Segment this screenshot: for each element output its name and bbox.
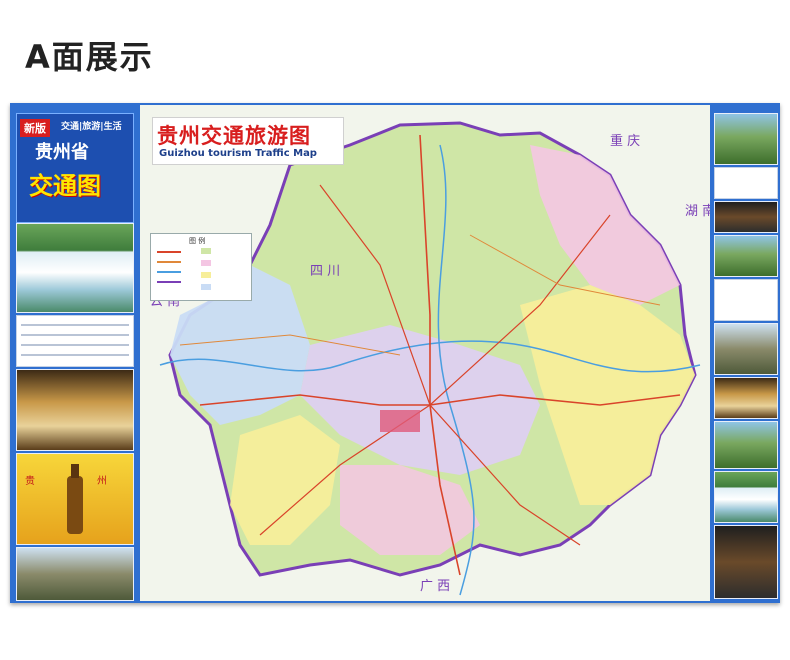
cover-subtitle: 交通|旅游|生活	[61, 122, 122, 132]
label-chongqing: 重 庆	[610, 133, 640, 149]
label-hunan: 湖 南	[685, 203, 710, 219]
building-photo	[714, 377, 778, 419]
hotel-photo	[16, 369, 134, 451]
scenery-photo	[16, 547, 134, 601]
cliff-photo	[714, 323, 778, 375]
cover-title-line1: 贵州省	[35, 142, 89, 163]
right-photo-panel	[710, 103, 780, 603]
mountain-photo	[714, 113, 778, 165]
night-photo	[714, 525, 778, 599]
cave-photo	[714, 201, 778, 233]
legend-swatches	[157, 248, 211, 290]
info-card	[16, 315, 134, 367]
forest-photo	[714, 421, 778, 469]
waterfall-photo-2	[714, 471, 778, 523]
folded-map-sheet: 新版 交通|旅游|生活 贵州省 交通图 贵 州 四 川 重 庆 湖 南 云 南 …	[10, 103, 780, 603]
label-guangxi: 广 西	[420, 579, 450, 594]
svg-text:州: 州	[97, 475, 107, 487]
liquor-bottle-icon: 贵 州	[25, 464, 107, 534]
svg-text:贵: 贵	[25, 474, 35, 487]
left-cover-panel: 新版 交通|旅游|生活 贵州省 交通图 贵 州	[10, 103, 138, 603]
cover-title-block: 新版 交通|旅游|生活 贵州省 交通图	[16, 113, 134, 223]
map-title-english: Guizhou tourism Traffic Map	[159, 148, 317, 159]
waterfall-photo	[16, 223, 134, 313]
map-title-chinese: 贵州交通旅游图	[157, 124, 311, 148]
map-legend: 图 例	[150, 233, 252, 301]
liquor-ad: 贵 州	[16, 453, 134, 545]
cover-title-line2: 交通图	[29, 172, 101, 200]
text-card	[714, 167, 778, 199]
label-sichuan: 四 川	[310, 264, 340, 279]
page-heading: A面展示	[25, 38, 154, 76]
map-canvas: 四 川 重 庆 湖 南 云 南 广 西	[140, 105, 710, 601]
map-title-block: 贵州交通旅游图 Guizhou tourism Traffic Map	[152, 117, 344, 165]
guizhou-map: 四 川 重 庆 湖 南 云 南 广 西 贵州交通旅游图 Guizhou tour…	[140, 105, 710, 601]
text-card-2	[714, 279, 778, 321]
new-edition-badge: 新版	[20, 119, 50, 137]
valley-photo	[714, 235, 778, 277]
